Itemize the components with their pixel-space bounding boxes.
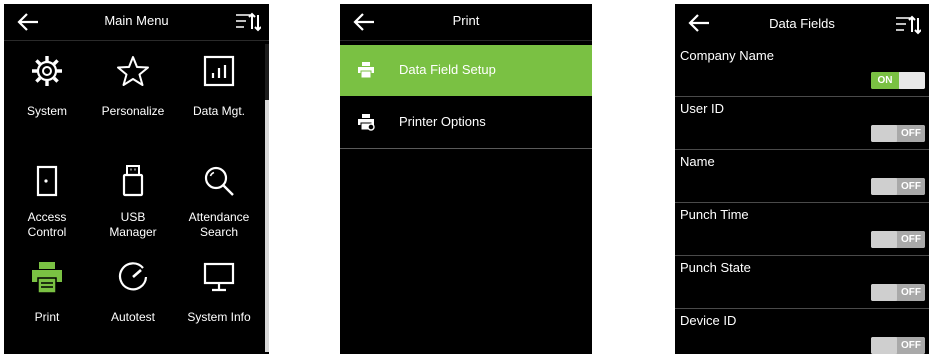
page-title: Data Fields: [769, 16, 835, 31]
toggle-state-text: OFF: [897, 337, 925, 354]
toggle-name[interactable]: OFF: [871, 178, 925, 195]
menu-item-data-mgt[interactable]: Data Mgt.: [176, 40, 262, 142]
list-item-data-field-setup[interactable]: Data Field Setup: [340, 45, 592, 96]
main-menu-titlebar: Main Menu: [4, 4, 269, 41]
menu-item-label: System: [26, 104, 67, 118]
menu-item-usb-manager[interactable]: USB Manager: [90, 150, 176, 252]
search-icon: [204, 166, 234, 196]
menu-item-system[interactable]: System: [4, 40, 90, 142]
menu-item-label: Autotest: [110, 310, 156, 324]
toggle-state-text: OFF: [897, 284, 925, 301]
toggle-knob: [871, 231, 897, 248]
menu-item-label: USB Manager: [90, 210, 176, 240]
toggle-device-id[interactable]: OFF: [871, 337, 925, 354]
field-row-device-id: Device ID OFF: [675, 309, 929, 354]
field-row-punch-state: Punch State OFF: [675, 256, 929, 309]
menu-item-label: Attendance Search: [176, 210, 262, 240]
printer-icon: [358, 62, 374, 79]
field-label: Punch Time: [680, 207, 749, 222]
menu-item-label: Data Mgt.: [192, 104, 246, 118]
menu-item-label: System Info: [187, 310, 251, 324]
list-item-label: Data Field Setup: [399, 62, 496, 77]
field-label: Punch State: [680, 260, 751, 275]
toggle-knob: [871, 284, 897, 301]
menu-item-personalize[interactable]: Personalize: [90, 40, 176, 142]
field-row-user-id: User ID OFF: [675, 97, 929, 150]
toggle-knob: [871, 337, 897, 354]
scrollbar-thumb[interactable]: [265, 100, 269, 352]
field-row-name: Name OFF: [675, 150, 929, 203]
toggle-user-id[interactable]: OFF: [871, 125, 925, 142]
gear-icon: [32, 56, 62, 86]
menu-item-system-info[interactable]: System Info: [176, 246, 262, 348]
star-icon: [117, 56, 149, 86]
menu-item-access-control[interactable]: Access Control: [4, 150, 90, 252]
menu-item-attendance-search[interactable]: Attendance Search: [176, 150, 262, 252]
toggle-knob: [899, 72, 925, 89]
field-row-punch-time: Punch Time OFF: [675, 203, 929, 256]
door-icon: [36, 165, 58, 197]
sort-icon[interactable]: [895, 15, 921, 35]
page-title: Print: [452, 13, 480, 28]
field-label: User ID: [680, 101, 725, 116]
menu-item-autotest[interactable]: Autotest: [90, 246, 176, 348]
toggle-company-name[interactable]: ON: [871, 72, 925, 89]
data-fields-screen: Data Fields Company Name ON User ID OFF …: [675, 4, 929, 354]
printer-settings-icon: [358, 114, 375, 131]
field-label: Name: [680, 154, 715, 169]
sort-icon[interactable]: [235, 12, 261, 32]
toggle-punch-time[interactable]: OFF: [871, 231, 925, 248]
menu-item-print[interactable]: Print: [4, 246, 90, 348]
toggle-state-text: OFF: [897, 178, 925, 195]
data-fields-titlebar: Data Fields: [675, 4, 929, 44]
menu-item-label-text: USB Manager: [109, 210, 157, 239]
gauge-icon: [118, 262, 148, 291]
field-row-company-name: Company Name ON: [675, 44, 929, 97]
field-label: Company Name: [680, 48, 774, 63]
page-title: Main Menu: [104, 13, 169, 28]
menu-item-label: Access Control: [4, 210, 90, 240]
field-label: Device ID: [680, 313, 737, 328]
menu-item-label: Personalize: [101, 104, 165, 118]
chart-icon: [203, 55, 235, 87]
menu-item-label-text: Access Control: [27, 210, 67, 239]
printer-icon: [32, 262, 62, 294]
list-item-printer-options[interactable]: Printer Options: [340, 97, 592, 149]
toggle-state-text: ON: [871, 72, 899, 89]
menu-item-label: Print: [34, 310, 60, 324]
toggle-knob: [871, 125, 897, 142]
toggle-punch-state[interactable]: OFF: [871, 284, 925, 301]
toggle-state-text: OFF: [897, 125, 925, 142]
usb-icon: [122, 165, 144, 197]
list-item-label: Printer Options: [399, 114, 486, 129]
monitor-icon: [203, 262, 235, 292]
print-titlebar: Print: [340, 4, 592, 41]
print-screen: Print Data Field Setup Printer Options: [340, 4, 592, 354]
toggle-knob: [871, 178, 897, 195]
toggle-state-text: OFF: [897, 231, 925, 248]
menu-item-label-text: Attendance Search: [188, 210, 250, 239]
main-menu-screen: Main Menu System Personalize Data Mgt. A…: [4, 4, 269, 354]
